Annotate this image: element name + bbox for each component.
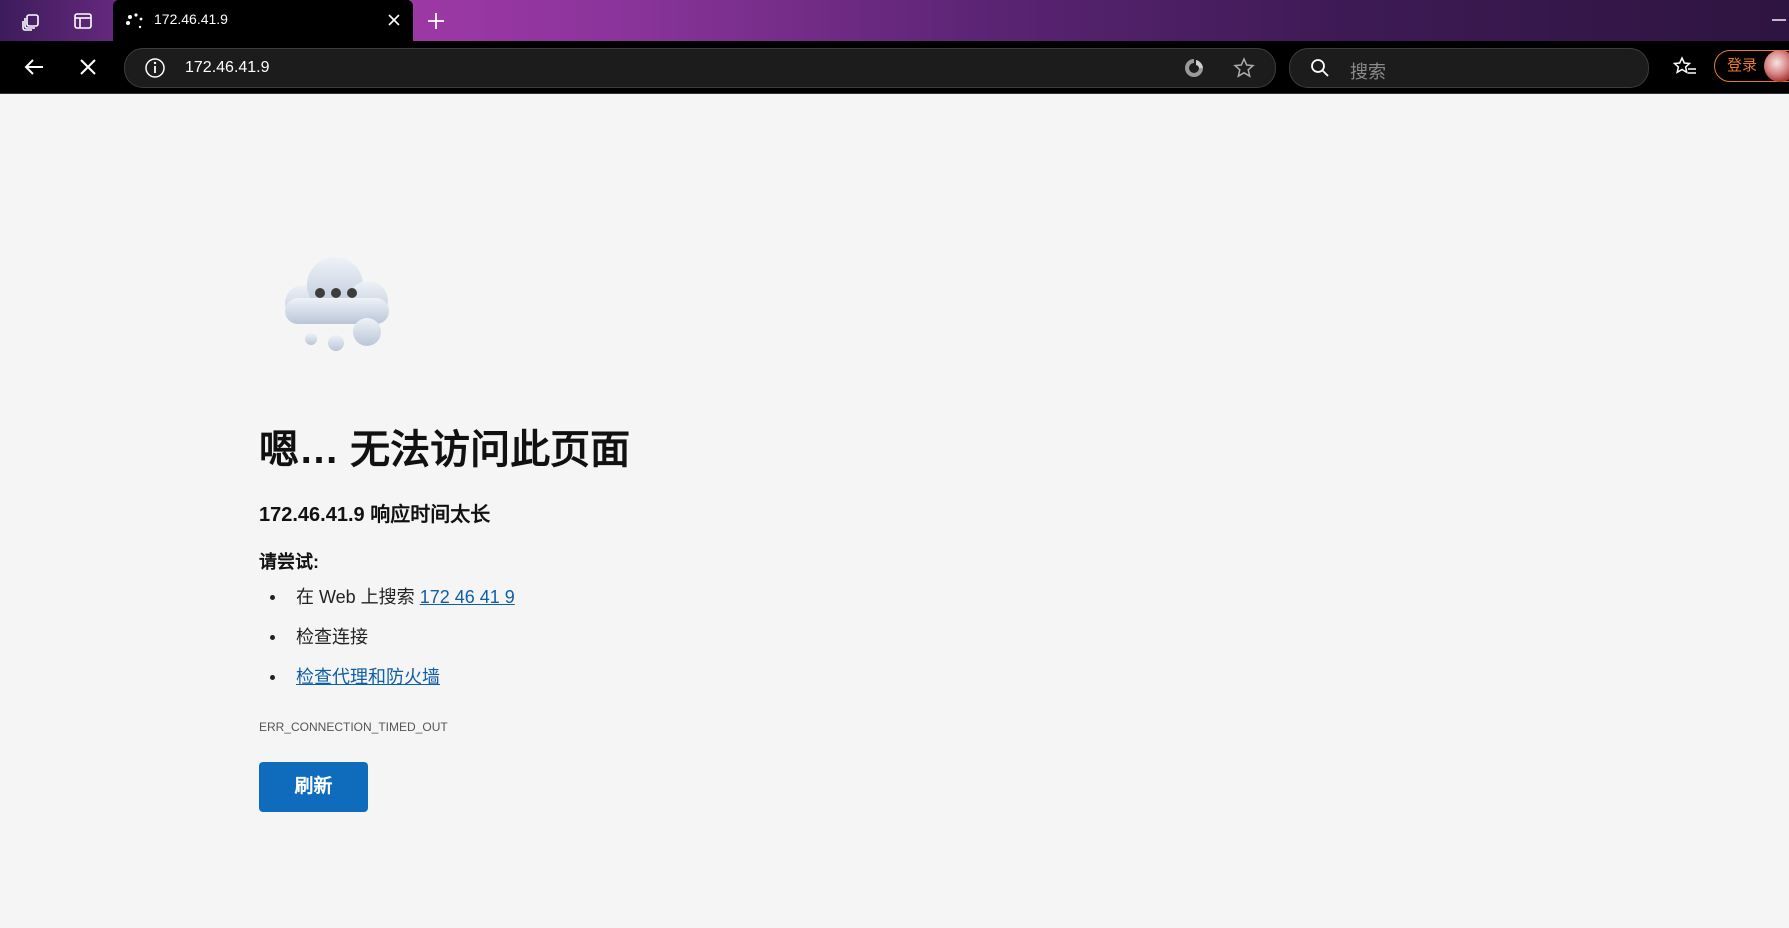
tab-actions-button[interactable] [61,4,105,38]
search-icon [1311,59,1329,77]
page-title: 嗯… 无法访问此页面 [259,428,631,472]
search-placeholder: 搜索 [1350,62,1386,82]
browser-toolbar: 172.46.41.9 搜索 登录 [0,41,1789,94]
edge-refresh-icon [1185,59,1203,77]
list-item-proxy: 检查代理和防火墙 [259,663,515,703]
minimize-icon [1772,19,1786,21]
search-button[interactable] [1308,56,1332,80]
bullet [270,595,275,600]
list-item-connection: 检查连接 [259,623,515,663]
error-code: ERR_CONNECTION_TIMED_OUT [259,720,448,734]
address-bar[interactable]: 172.46.41.9 [124,48,1276,88]
tab-title: 172.46.41.9 [154,11,228,27]
loading-icon [126,13,143,29]
info-icon [145,58,165,78]
bullet [270,635,275,640]
close-icon [388,14,400,26]
try-label: 请尝试: [259,552,319,572]
search-suggestion-text: 在 Web 上搜索 [296,587,420,607]
search-box[interactable]: 搜索 [1289,48,1649,88]
stop-icon [80,59,96,75]
favorites-button[interactable] [1668,50,1702,84]
minimize-button[interactable] [1769,8,1789,32]
cloud-icon [285,257,389,351]
stop-button[interactable] [71,50,105,84]
new-tab-button[interactable] [421,6,451,36]
workspaces-button[interactable] [9,4,53,38]
back-button[interactable] [17,50,51,84]
back-icon [24,59,43,75]
site-info-button[interactable] [143,56,167,80]
address-url[interactable]: 172.46.41.9 [185,59,270,77]
title-bar: 172.46.41.9 [0,0,1789,41]
check-connection-text: 检查连接 [296,627,368,647]
tab-actions-icon [74,13,92,29]
tab-close-button[interactable] [383,9,405,31]
suggestion-list: 在 Web 上搜索 172 46 41 9 检查连接 检查代理和防火墙 [259,583,515,703]
workspaces-icon [22,14,39,31]
check-proxy-link[interactable]: 检查代理和防火墙 [296,667,440,687]
favorite-button[interactable] [1232,56,1256,80]
browser-essentials-button[interactable] [1182,56,1206,80]
star-icon [1233,57,1255,78]
favorites-icon [1673,56,1696,74]
list-item-search: 在 Web 上搜索 172 46 41 9 [259,583,515,623]
search-web-link[interactable]: 172 46 41 9 [420,587,515,607]
plus-icon [428,13,444,29]
bullet [270,675,275,680]
refresh-button[interactable]: 刷新 [259,762,368,812]
error-description: 172.46.41.9 响应时间太长 [259,504,491,526]
tab-active[interactable]: 172.46.41.9 [113,0,413,41]
avatar[interactable] [1764,50,1789,82]
